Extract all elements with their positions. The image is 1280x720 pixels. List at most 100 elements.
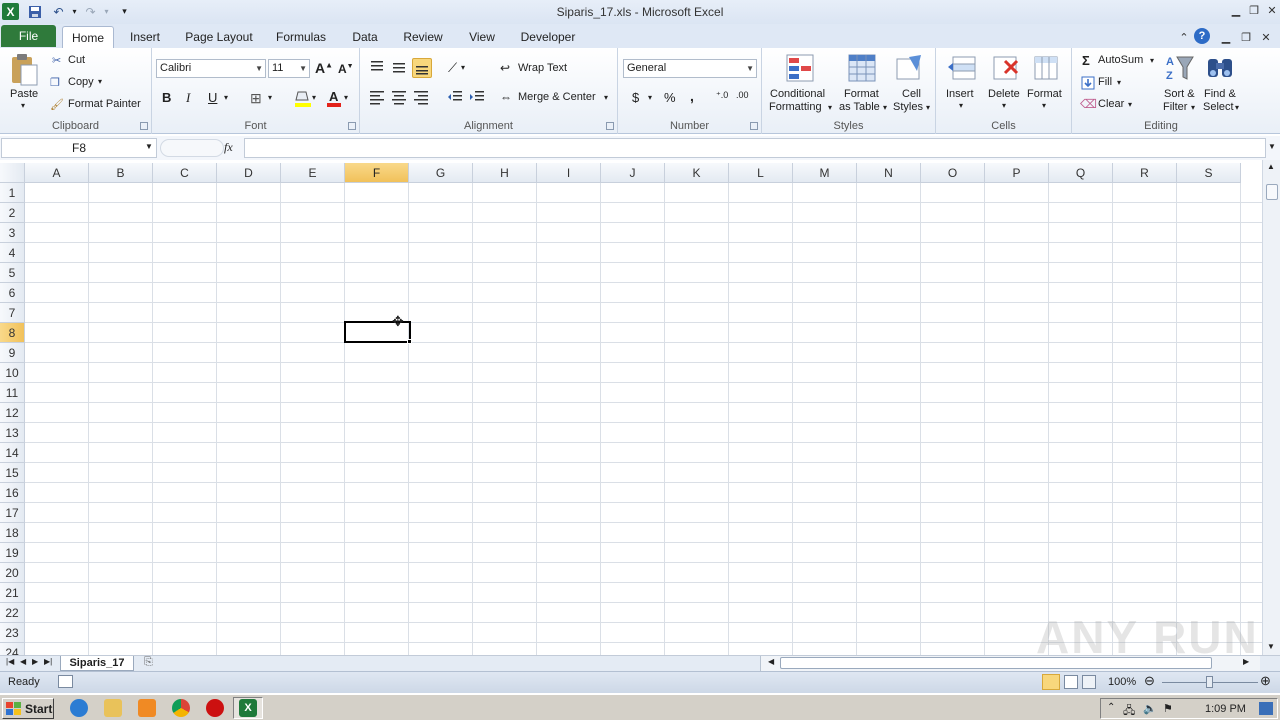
row-header-15[interactable]: 15: [0, 463, 25, 483]
prev-sheet-icon[interactable]: ◀: [20, 657, 26, 666]
row-header-23[interactable]: 23: [0, 623, 25, 643]
zoom-out-icon[interactable]: ⊖: [1144, 673, 1155, 689]
align-top-icon[interactable]: [368, 58, 386, 76]
paste-icon[interactable]: [8, 53, 40, 87]
column-header-p[interactable]: P: [985, 163, 1049, 183]
insert-sheet-icon[interactable]: ⎘: [144, 656, 153, 669]
row-header-19[interactable]: 19: [0, 543, 25, 563]
formula-input[interactable]: [244, 138, 1266, 158]
next-sheet-icon[interactable]: ▶: [32, 657, 38, 666]
increase-decimal-icon[interactable]: ⁺.0: [716, 90, 728, 101]
fill-color-dropdown-icon[interactable]: ▾: [312, 93, 316, 102]
wrap-text-button[interactable]: Wrap Text: [518, 62, 567, 74]
opera-icon[interactable]: [206, 699, 224, 717]
row-header-3[interactable]: 3: [0, 223, 25, 243]
vertical-scrollbar[interactable]: ▲ ▼: [1262, 160, 1280, 655]
help-icon[interactable]: ?: [1194, 28, 1210, 44]
format-cells-dropdown-icon[interactable]: ▾: [1042, 101, 1046, 110]
scroll-left-icon[interactable]: ◀: [768, 657, 774, 666]
column-header-n[interactable]: N: [857, 163, 921, 183]
number-format-select[interactable]: General ▼: [623, 59, 757, 78]
workbook-restore-icon[interactable]: ❐: [1236, 29, 1256, 45]
copy-icon[interactable]: ❐: [50, 76, 60, 89]
zoom-level[interactable]: 100%: [1108, 676, 1136, 688]
select-all-corner[interactable]: [0, 163, 25, 183]
paste-dropdown-icon[interactable]: ▾: [21, 101, 25, 110]
conditional-formatting-icon[interactable]: [784, 52, 816, 84]
clock[interactable]: 1:09 PM: [1205, 703, 1246, 715]
borders-dropdown-icon[interactable]: ▾: [268, 93, 272, 102]
find-select-line2[interactable]: Select: [1203, 101, 1234, 113]
clipboard-launcher-icon[interactable]: [140, 122, 148, 130]
column-header-o[interactable]: O: [921, 163, 985, 183]
row-header-8[interactable]: 8: [0, 323, 25, 343]
row-header-17[interactable]: 17: [0, 503, 25, 523]
zoom-slider-thumb[interactable]: [1206, 676, 1213, 688]
column-header-j[interactable]: J: [601, 163, 665, 183]
underline-dropdown-icon[interactable]: ▾: [224, 93, 228, 102]
clear-icon[interactable]: ⌫: [1080, 97, 1097, 111]
autosum-dropdown-icon[interactable]: ▾: [1150, 56, 1154, 65]
page-break-view-icon[interactable]: [1082, 675, 1096, 689]
delete-cells-dropdown-icon[interactable]: ▾: [1002, 101, 1006, 110]
insert-cells-dropdown-icon[interactable]: ▾: [959, 101, 963, 110]
row-header-16[interactable]: 16: [0, 483, 25, 503]
row-header-6[interactable]: 6: [0, 283, 25, 303]
row-header-21[interactable]: 21: [0, 583, 25, 603]
format-cells-icon[interactable]: [1030, 52, 1062, 84]
first-sheet-icon[interactable]: |◀: [6, 657, 14, 666]
row-header-4[interactable]: 4: [0, 243, 25, 263]
wrap-text-icon[interactable]: ↩: [500, 61, 510, 75]
clear-dropdown-icon[interactable]: ▾: [1128, 100, 1132, 109]
tab-review[interactable]: Review: [398, 26, 448, 48]
row-header-12[interactable]: 12: [0, 403, 25, 423]
increase-indent-icon[interactable]: [468, 88, 486, 106]
align-center-icon[interactable]: [390, 88, 408, 106]
show-desktop-icon[interactable]: [1259, 702, 1273, 715]
column-header-c[interactable]: C: [153, 163, 217, 183]
paste-button[interactable]: Paste: [10, 88, 38, 100]
row-header-13[interactable]: 13: [0, 423, 25, 443]
column-header-e[interactable]: E: [281, 163, 345, 183]
sort-filter-dropdown-icon[interactable]: ▾: [1191, 103, 1195, 112]
scroll-up-icon[interactable]: ▲: [1267, 162, 1275, 171]
workbook-close-icon[interactable]: ✕: [1256, 29, 1276, 45]
normal-view-icon[interactable]: [1042, 674, 1060, 690]
column-header-a[interactable]: A: [25, 163, 89, 183]
sort-filter-icon[interactable]: AZ: [1164, 52, 1196, 84]
underline-button[interactable]: U: [208, 90, 217, 105]
fill-button[interactable]: Fill: [1098, 76, 1112, 88]
tab-insert[interactable]: Insert: [120, 26, 170, 48]
sheet-tab-siparis-17[interactable]: Siparis_17: [60, 656, 134, 671]
tab-file[interactable]: File: [1, 25, 56, 47]
font-name-dropdown-icon[interactable]: ▼: [255, 60, 263, 77]
percent-button[interactable]: %: [664, 90, 676, 105]
clear-button[interactable]: Clear: [1098, 98, 1124, 110]
font-size-dropdown-icon[interactable]: ▼: [299, 60, 307, 77]
orientation-icon[interactable]: ⟋: [448, 60, 457, 76]
format-as-table-line1[interactable]: Format: [844, 88, 879, 100]
row-header-7[interactable]: 7: [0, 303, 25, 323]
horizontal-scroll-thumb[interactable]: [780, 657, 1212, 669]
cell-styles-icon[interactable]: [894, 52, 926, 84]
tab-formulas[interactable]: Formulas: [270, 26, 332, 48]
format-cells-button[interactable]: Format: [1027, 88, 1062, 100]
format-painter-icon[interactable]: 🖌: [50, 98, 64, 111]
number-format-dropdown-icon[interactable]: ▼: [746, 60, 754, 77]
fill-handle[interactable]: [407, 339, 412, 344]
sort-filter-line1[interactable]: Sort &: [1164, 88, 1195, 100]
row-header-20[interactable]: 20: [0, 563, 25, 583]
tab-data[interactable]: Data: [342, 26, 388, 48]
merge-center-icon[interactable]: ⇔: [500, 90, 512, 104]
column-header-b[interactable]: B: [89, 163, 153, 183]
fill-dropdown-icon[interactable]: ▾: [1117, 78, 1121, 87]
find-select-icon[interactable]: [1204, 52, 1236, 84]
number-launcher-icon[interactable]: [750, 122, 758, 130]
sort-filter-line2[interactable]: Filter: [1163, 101, 1187, 113]
merge-center-dropdown-icon[interactable]: ▾: [604, 93, 608, 102]
row-header-18[interactable]: 18: [0, 523, 25, 543]
network-icon[interactable]: 🖧: [1123, 702, 1135, 720]
copy-button[interactable]: Copy: [68, 76, 94, 88]
find-select-dropdown-icon[interactable]: ▾: [1235, 103, 1239, 112]
zoom-in-icon[interactable]: ⊕: [1260, 673, 1271, 689]
